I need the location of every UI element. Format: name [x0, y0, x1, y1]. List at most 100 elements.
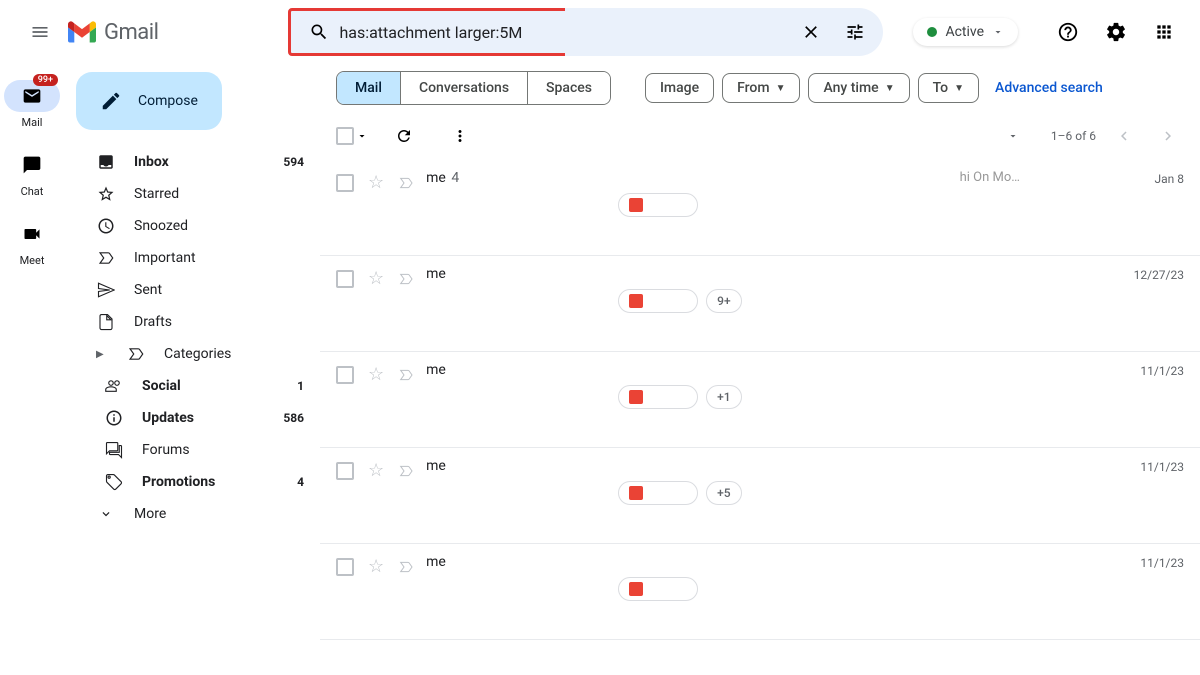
folder-label: Starred: [134, 186, 179, 202]
refresh-button[interactable]: [384, 116, 424, 156]
important-marker[interactable]: [398, 463, 414, 479]
folder-snoozed[interactable]: Snoozed: [76, 210, 320, 242]
gmail-icon: [68, 21, 96, 43]
more-actions-button[interactable]: [440, 116, 480, 156]
star-button[interactable]: ☆: [368, 172, 384, 193]
row-controls: ☆: [336, 362, 414, 385]
folder-label: Categories: [164, 346, 231, 362]
folder-label: Inbox: [134, 154, 169, 170]
caret-icon: ▶: [96, 349, 108, 360]
filter-to[interactable]: To▼: [918, 73, 979, 103]
rail-meet[interactable]: Meet: [4, 218, 60, 267]
folder-inbox[interactable]: Inbox594: [76, 146, 320, 178]
folder-icon: [126, 345, 146, 363]
important-marker[interactable]: [398, 367, 414, 383]
row-checkbox[interactable]: [336, 558, 354, 576]
star-button[interactable]: ☆: [368, 460, 384, 481]
apps-button[interactable]: [1144, 12, 1184, 52]
snippet: [618, 554, 1128, 601]
product-name: Gmail: [104, 20, 158, 45]
status-chip[interactable]: Active: [913, 18, 1018, 46]
row-checkbox[interactable]: [336, 462, 354, 480]
search-options-button[interactable]: [835, 12, 875, 52]
folder-count: 586: [283, 411, 304, 425]
folder-label: Forums: [142, 442, 190, 458]
row-checkbox[interactable]: [336, 270, 354, 288]
sender: me: [426, 554, 606, 570]
clear-search-button[interactable]: [791, 12, 831, 52]
attachment-more[interactable]: +5: [706, 481, 741, 505]
search-input[interactable]: [339, 23, 557, 42]
folder-label: Drafts: [134, 314, 172, 330]
filter-any-time[interactable]: Any time▼: [808, 73, 909, 103]
folder-icon: [96, 153, 116, 171]
row-controls: ☆: [336, 458, 414, 481]
email-row[interactable]: ☆me +511/1/23: [320, 448, 1200, 544]
folder-drafts[interactable]: Drafts: [76, 306, 320, 338]
folder-promotions[interactable]: Promotions4: [76, 466, 320, 498]
scope-conversations[interactable]: Conversations: [401, 72, 528, 104]
file-icon: [629, 486, 643, 500]
row-controls: ☆: [336, 554, 414, 577]
folder-icon: [96, 185, 116, 203]
star-button[interactable]: ☆: [368, 364, 384, 385]
advanced-search-link[interactable]: Advanced search: [995, 80, 1103, 96]
star-button[interactable]: ☆: [368, 556, 384, 577]
row-checkbox[interactable]: [336, 174, 354, 192]
select-all[interactable]: [336, 127, 368, 145]
star-button[interactable]: ☆: [368, 268, 384, 289]
settings-button[interactable]: [1096, 12, 1136, 52]
important-marker[interactable]: [398, 271, 414, 287]
email-row[interactable]: ☆me +111/1/23: [320, 352, 1200, 448]
folder-label: Social: [142, 378, 181, 394]
prev-page-button[interactable]: [1108, 120, 1140, 152]
folder-forums[interactable]: Forums: [76, 434, 320, 466]
attachment-chip[interactable]: [618, 577, 698, 601]
folder-social[interactable]: Social1: [76, 370, 320, 402]
rail-mail[interactable]: 99+ Mail: [4, 80, 60, 129]
logo[interactable]: Gmail: [68, 20, 158, 45]
attachment-more[interactable]: 9+: [706, 289, 741, 313]
folder-starred[interactable]: Starred: [76, 178, 320, 210]
search-button[interactable]: [299, 22, 339, 42]
important-marker[interactable]: [398, 175, 414, 191]
pencil-icon: [100, 90, 122, 112]
filter-image[interactable]: Image: [645, 73, 714, 103]
compose-button[interactable]: Compose: [76, 72, 222, 130]
email-row[interactable]: ☆me 11/1/23: [320, 544, 1200, 640]
next-page-button[interactable]: [1152, 120, 1184, 152]
email-row[interactable]: ☆me 9+12/27/23: [320, 256, 1200, 352]
folder-updates[interactable]: Updates 586: [76, 402, 320, 434]
more-vert-icon: [451, 127, 469, 145]
scope-spaces[interactable]: Spaces: [528, 72, 610, 104]
sender: me: [426, 266, 606, 282]
folder-important[interactable]: Important: [76, 242, 320, 274]
sender: me 4: [426, 170, 606, 186]
chevron-left-icon: [1115, 127, 1133, 145]
row-checkbox[interactable]: [336, 366, 354, 384]
email-row[interactable]: ☆me 4 hi On Mo…Jan 8: [320, 160, 1200, 256]
folder-icon: [96, 281, 116, 299]
support-button[interactable]: [1048, 12, 1088, 52]
folder-categories[interactable]: ▶ Categories: [76, 338, 320, 370]
file-icon: [629, 582, 643, 596]
important-marker[interactable]: [398, 559, 414, 575]
rail-label: Chat: [21, 185, 44, 198]
folder-icon: [104, 473, 124, 491]
attachment-chip[interactable]: [618, 193, 698, 217]
attachment-more[interactable]: +1: [706, 385, 741, 409]
folder-label: Updates: [142, 410, 194, 426]
attachment-chip[interactable]: [618, 481, 698, 505]
chat-icon: [22, 155, 42, 175]
scope-mail[interactable]: Mail: [337, 72, 401, 104]
chevron-down-icon[interactable]: [1007, 130, 1019, 142]
rail-chat[interactable]: Chat: [4, 149, 60, 198]
attachment-chip[interactable]: [618, 385, 698, 409]
scope-tabs: Mail Conversations Spaces: [336, 71, 611, 105]
folder-more[interactable]: More: [76, 498, 320, 530]
folder-sent[interactable]: Sent: [76, 274, 320, 306]
main-menu-button[interactable]: [16, 8, 64, 56]
rail-label: Mail: [22, 116, 43, 129]
filter-from[interactable]: From▼: [722, 73, 800, 103]
attachment-chip[interactable]: [618, 289, 698, 313]
